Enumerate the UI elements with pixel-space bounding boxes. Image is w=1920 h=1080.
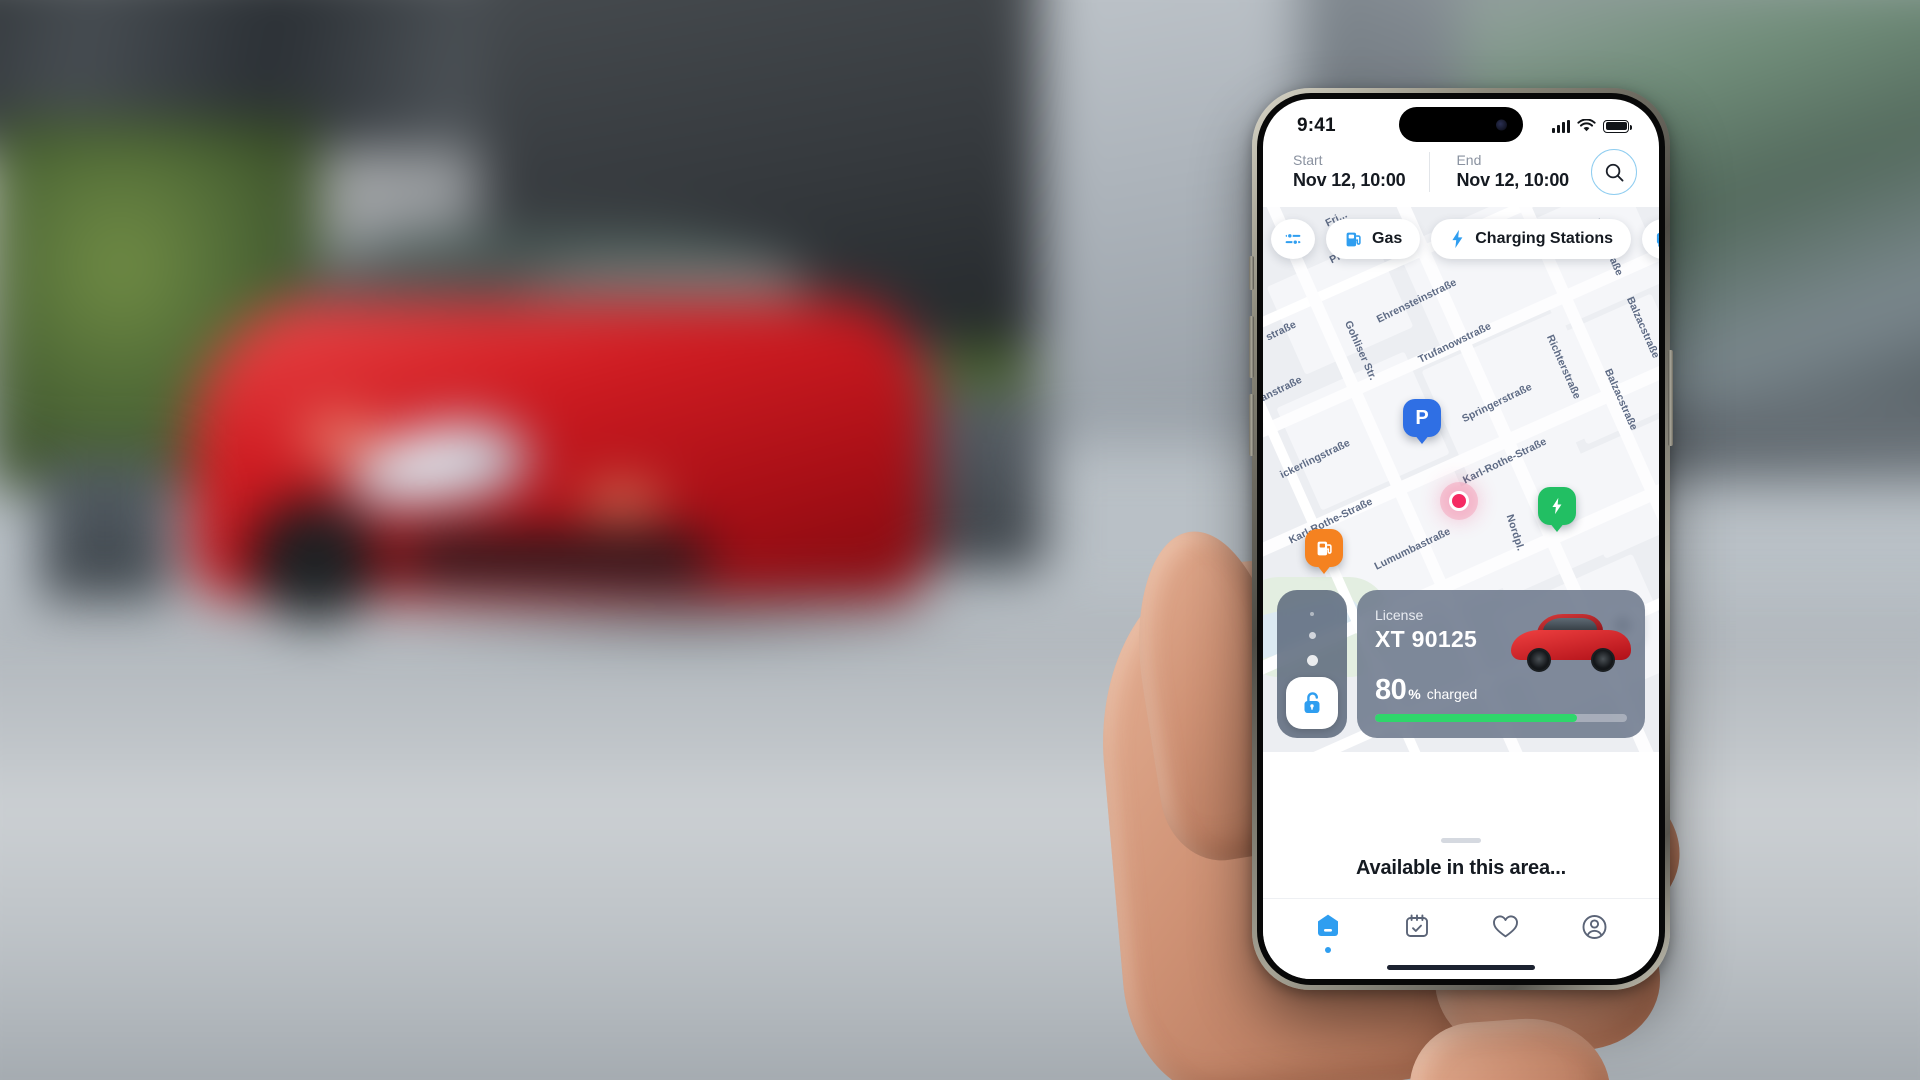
search-button[interactable] (1591, 149, 1637, 195)
volume-down-button[interactable] (1249, 394, 1254, 456)
tab-explore[interactable] (1299, 913, 1357, 953)
car-illustration-wheel (1527, 648, 1551, 673)
car-wheel (250, 500, 380, 620)
tab-active-dot (1324, 947, 1331, 953)
charge-status: 80 % charged (1375, 676, 1627, 705)
start-value: Nov 12, 10:00 (1293, 170, 1406, 191)
map-pin-home-icon (1317, 914, 1338, 936)
car-illustration-wheel (1591, 648, 1615, 673)
charge-progress-fill (1375, 714, 1577, 722)
calendar-check-icon (1405, 914, 1428, 937)
charging-pin-icon (1538, 487, 1576, 525)
map-filter-chips: Gas Charging Stations (1263, 219, 1659, 259)
silent-switch[interactable] (1249, 256, 1254, 290)
unlock-progress-dots (1277, 612, 1347, 667)
unlock-padlock-icon (1304, 692, 1320, 713)
status-time: 9:41 (1297, 115, 1336, 136)
heart-icon (1493, 915, 1518, 938)
map-marker-parking[interactable]: P (1403, 399, 1441, 437)
user-location-dot-icon (1449, 491, 1469, 511)
wifi-icon (1577, 119, 1596, 132)
sheet-drag-handle[interactable] (1441, 838, 1481, 843)
charge-percent-value: 80 (1375, 674, 1407, 706)
map-marker-charging[interactable] (1538, 487, 1576, 525)
status-bar: 9:41 (1263, 99, 1659, 147)
lightning-bolt-icon (1452, 229, 1463, 249)
dynamic-island (1399, 107, 1523, 142)
car-highlight-glint (280, 410, 400, 465)
tab-account[interactable] (1566, 913, 1624, 953)
parking-pin-label: P (1415, 407, 1429, 429)
filter-chip-filters[interactable] (1271, 219, 1315, 259)
red-tesla-model3-icon (1503, 608, 1635, 673)
planter-box (915, 390, 1045, 570)
status-indicators (1552, 119, 1632, 133)
charge-percent-unit: % (1408, 686, 1421, 702)
bus-icon (1656, 233, 1659, 247)
bottom-sheet[interactable]: Available in this area... (1263, 828, 1659, 979)
start-date-field[interactable]: Start Nov 12, 10:00 (1293, 151, 1406, 193)
red-electric-car (190, 230, 990, 645)
charge-progress-bar (1375, 714, 1627, 722)
map-view[interactable]: enw Fri... Pre... ifan... Ehrensteinstra… (1263, 207, 1659, 752)
filter-sliders-icon (1285, 232, 1301, 246)
end-value: Nov 12, 10:00 (1456, 170, 1569, 191)
vehicle-card-row: License XT 90125 80 % charged (1277, 590, 1645, 738)
filter-chip-charging-label: Charging Stations (1475, 230, 1614, 247)
home-indicator[interactable] (1387, 965, 1535, 970)
gas-pin-icon (1305, 529, 1343, 567)
phone-screen: 9:41 Start Nov 12, 10:00 End Nov 12, 10:… (1263, 99, 1659, 979)
volume-up-button[interactable] (1249, 316, 1254, 378)
filter-chip-gas[interactable]: Gas (1326, 219, 1421, 259)
filter-chip-transit[interactable] (1642, 219, 1659, 259)
gas-pump-icon (1346, 232, 1361, 246)
end-date-field[interactable]: End Nov 12, 10:00 (1429, 151, 1569, 193)
car-front-grille (400, 535, 710, 579)
power-button[interactable] (1668, 350, 1673, 446)
phone-bezel: 9:41 Start Nov 12, 10:00 End Nov 12, 10:… (1257, 93, 1665, 985)
battery-icon (1603, 119, 1632, 133)
front-camera-icon (1496, 119, 1507, 130)
vehicle-info-card[interactable]: License XT 90125 80 % charged (1357, 590, 1645, 738)
cellular-bars-icon (1552, 119, 1570, 133)
filter-chip-charging[interactable]: Charging Stations (1431, 219, 1632, 259)
map-marker-gas[interactable] (1305, 529, 1343, 567)
filter-chip-gas-label: Gas (1372, 230, 1403, 247)
parking-pin-icon: P (1403, 399, 1441, 437)
sheet-title: Available in this area... (1356, 857, 1566, 879)
end-label: End (1456, 151, 1482, 168)
car-fog-light (585, 490, 660, 512)
bottom-tab-bar (1263, 898, 1659, 959)
charge-suffix-label: charged (1426, 686, 1478, 702)
tab-favorites[interactable] (1477, 913, 1535, 953)
unlock-button[interactable] (1286, 677, 1338, 729)
tab-bookings[interactable] (1388, 913, 1446, 953)
start-label: Start (1293, 151, 1323, 168)
search-icon (1605, 163, 1623, 181)
user-profile-icon (1582, 915, 1607, 939)
unlock-slider-card[interactable] (1277, 590, 1347, 738)
smartphone-device: 9:41 Start Nov 12, 10:00 End Nov 12, 10:… (1249, 88, 1673, 990)
planter-box (40, 460, 170, 600)
booking-date-header: Start Nov 12, 10:00 End Nov 12, 10:00 (1263, 147, 1659, 207)
